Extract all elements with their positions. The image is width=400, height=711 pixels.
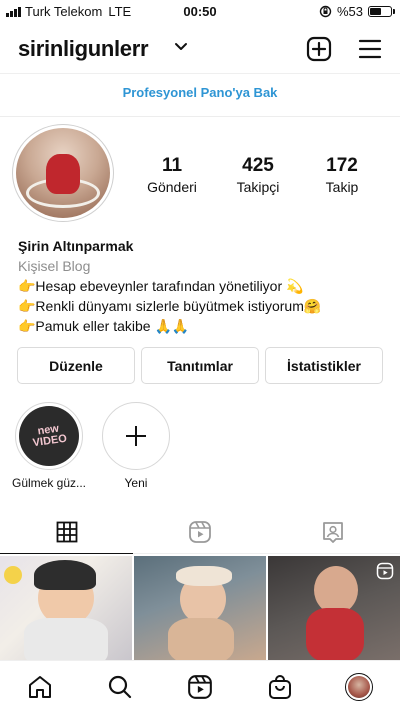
plus-icon xyxy=(103,403,169,469)
following-count[interactable]: 172 Takip xyxy=(310,155,374,195)
nav-reels[interactable] xyxy=(186,673,214,701)
highlight-ring: new VIDEO xyxy=(15,402,83,470)
bio-line: 👉Pamuk eller takibe 🙏🙏 xyxy=(18,318,190,334)
thumbnail-detail xyxy=(306,608,364,660)
thumbnail-detail xyxy=(176,566,232,586)
promotions-button[interactable]: Tanıtımlar xyxy=(141,347,259,384)
username-switcher[interactable]: sirinligunlerr xyxy=(18,36,149,62)
status-right: %53 xyxy=(319,4,395,19)
highlight-cover: new VIDEO xyxy=(19,406,79,466)
battery-fill xyxy=(370,8,381,15)
post-thumbnail[interactable] xyxy=(268,556,400,660)
profile-category: Kişisel Blog xyxy=(18,258,91,274)
profile-name: Şirin Altınparmak xyxy=(18,238,134,254)
nav-shop[interactable] xyxy=(266,673,294,701)
nav-profile[interactable] xyxy=(345,673,373,701)
post-thumbnail[interactable] xyxy=(134,556,266,660)
nav-home[interactable] xyxy=(26,673,54,701)
tab-posts-grid[interactable] xyxy=(0,510,133,554)
add-post-icon[interactable] xyxy=(306,36,332,62)
thumbnail-detail xyxy=(34,560,96,590)
bio-line: 👉Hesap ebeveynler tarafından yönetiliyor… xyxy=(18,278,304,294)
stat-number: 172 xyxy=(326,155,358,176)
profile-avatar xyxy=(345,673,373,701)
grid-icon xyxy=(56,521,77,542)
new-highlight-button[interactable]: Yeni xyxy=(96,402,176,490)
highlight-cover-text: new VIDEO xyxy=(31,422,68,450)
stat-label: Gönderi xyxy=(147,179,197,195)
insights-button[interactable]: İstatistikler xyxy=(265,347,383,384)
thumbnail-detail xyxy=(4,566,22,584)
battery-icon xyxy=(368,6,395,17)
bio-line: 👉Renkli dünyamı sizlerle büyütmek istiyo… xyxy=(18,298,322,314)
home-icon xyxy=(29,676,51,698)
posts-grid xyxy=(0,556,400,660)
stat-number: 11 xyxy=(161,155,183,176)
professional-dashboard-link[interactable]: Profesyonel Pano'ya Bak xyxy=(0,85,400,100)
avatar-photo-detail xyxy=(46,154,80,194)
stat-label: Takipçi xyxy=(236,179,280,195)
divider xyxy=(0,116,400,117)
highlight-title: Gülmek güz... xyxy=(11,476,87,490)
battery-percent: %53 xyxy=(336,4,363,19)
post-thumbnail[interactable] xyxy=(0,556,132,660)
chevron-down-icon[interactable] xyxy=(174,40,188,54)
menu-icon[interactable] xyxy=(358,38,382,60)
highlight-title: Yeni xyxy=(124,476,148,490)
reels-icon xyxy=(188,675,212,699)
bottom-navigation xyxy=(0,660,400,711)
search-icon xyxy=(108,675,132,699)
profile-avatar[interactable] xyxy=(16,128,110,218)
posts-count[interactable]: 11 Gönderi xyxy=(138,155,206,195)
shop-icon xyxy=(269,675,291,699)
highlight-ring xyxy=(102,402,170,470)
reels-icon xyxy=(188,520,211,543)
tab-tagged[interactable] xyxy=(266,510,400,554)
followers-count[interactable]: 425 Takipçi xyxy=(226,155,290,195)
profile-tabs xyxy=(0,510,400,554)
story-highlight[interactable]: new VIDEO Gülmek güz... xyxy=(9,402,89,490)
lock-rotation-icon xyxy=(319,5,332,18)
stat-label: Takip xyxy=(325,179,359,195)
thumbnail-detail xyxy=(168,618,234,660)
status-bar: Turk Telekom LTE 00:50 %53 xyxy=(0,0,400,24)
thumbnail-detail xyxy=(314,566,358,614)
reels-icon xyxy=(376,562,394,580)
profile-bio: Şirin Altınparmak Kişisel Blog 👉Hesap eb… xyxy=(18,236,388,336)
tagged-icon xyxy=(323,521,343,543)
stat-number: 425 xyxy=(242,155,274,176)
tab-reels[interactable] xyxy=(133,510,266,554)
thumbnail-detail xyxy=(24,618,108,660)
profile-header: sirinligunlerr xyxy=(0,24,400,74)
edit-profile-button[interactable]: Düzenle xyxy=(17,347,135,384)
nav-search[interactable] xyxy=(106,673,134,701)
